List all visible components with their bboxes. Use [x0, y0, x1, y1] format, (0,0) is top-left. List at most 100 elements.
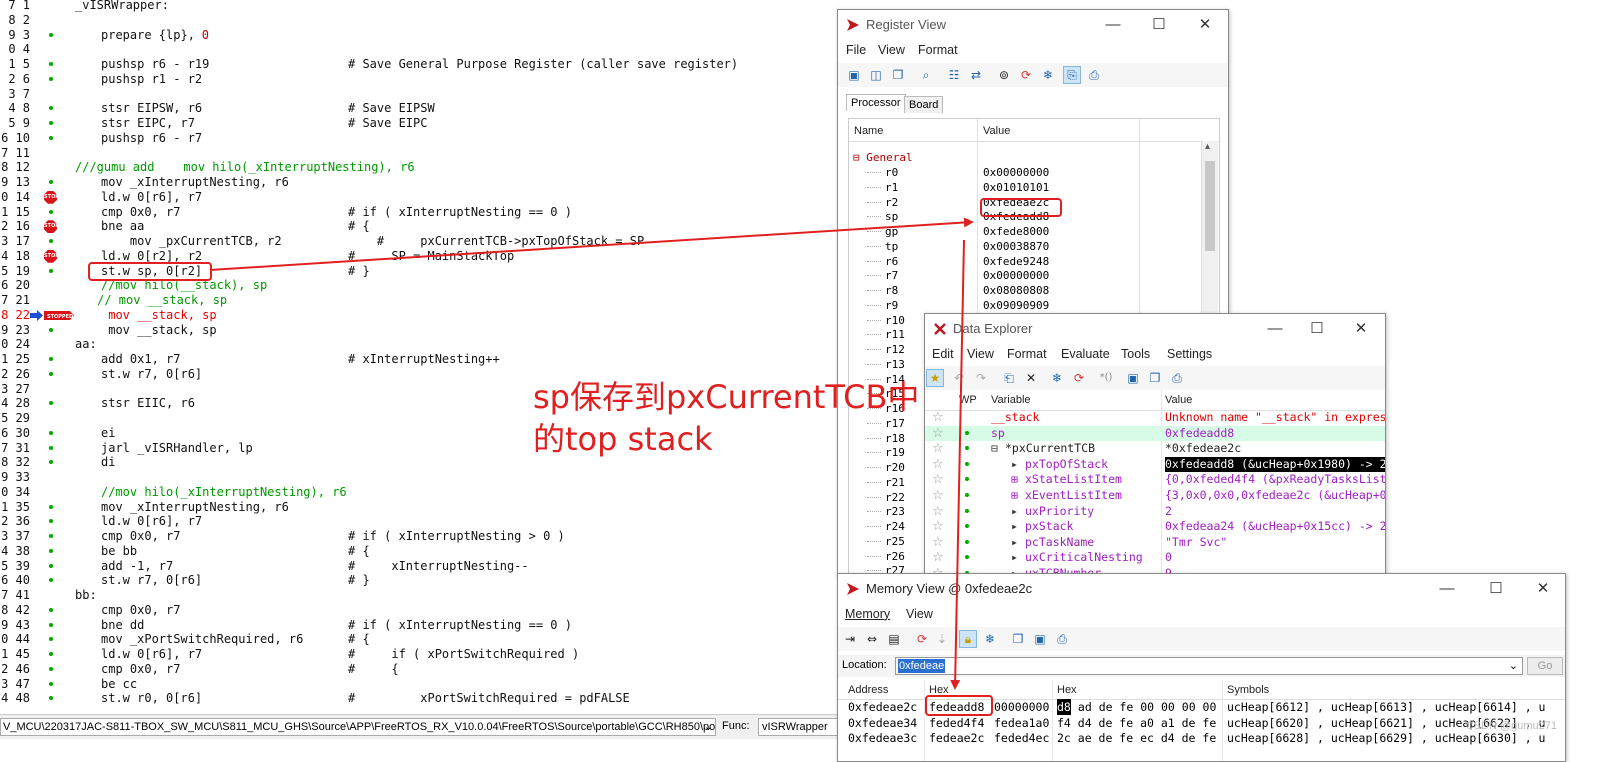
layout-icon[interactable]: ☷ [946, 67, 962, 83]
tab-board[interactable]: Board [904, 96, 944, 113]
memory-row[interactable]: 0xfedeae34 feded4f4 fedea1a0 f4 d4 de fe a0… [838, 715, 1565, 731]
variable-value[interactable]: 2 [1165, 504, 1172, 519]
watchpoint-dot[interactable] [965, 524, 969, 529]
executable-line-dot[interactable] [49, 268, 53, 273]
variable-value[interactable]: {3,0x0,0x0,0xfedeae2c (&ucHeap+0 [1165, 488, 1385, 503]
pin-icon[interactable]: ⎘ [1063, 66, 1081, 84]
scroll-up-icon[interactable]: ▴ [1205, 141, 1210, 152]
executable-line-dot[interactable] [49, 371, 53, 376]
watch-row[interactable]: ☆ ▸ uxCriticalNesting 0 [925, 550, 1385, 566]
compare-icon[interactable]: ⇄ [968, 67, 984, 83]
memory-view-titlebar[interactable]: Memory View @ 0xfedeae2c — ☐ ✕ [838, 574, 1565, 604]
columns-icon[interactable]: ▤ [886, 631, 902, 647]
register-value[interactable]: 0x08080808 [983, 283, 1049, 298]
variable-name[interactable]: __stack [991, 410, 1039, 425]
watch-row[interactable]: ☆ ⊞ xStateListItem {0,0xfeded4f4 (&pxReadyT… [925, 472, 1385, 488]
register-value[interactable]: 0xfede9248 [983, 254, 1049, 269]
star-icon[interactable]: ☆ [932, 441, 944, 456]
code-line[interactable]: 9 43 bne dd # if ( xInterruptNesting == 0 … [0, 618, 860, 633]
watch-row[interactable]: ☆ ⊞ xEventListItem {3,0x0,0x0,0xfedeae2c (&… [925, 488, 1385, 504]
expand-icon[interactable]: ⊞ [1011, 472, 1018, 487]
refresh-icon[interactable]: ⟳ [1071, 370, 1087, 386]
register-value[interactable]: 0x00000000 [983, 165, 1049, 180]
menu-view[interactable]: View [906, 607, 933, 621]
save-icon[interactable]: ▣ [1125, 370, 1141, 386]
executable-line-dot[interactable] [49, 180, 53, 184]
breakpoint-stop-icon[interactable]: STOP [44, 249, 57, 263]
code-line[interactable]: 3 7 [0, 87, 860, 102]
minimize-icon[interactable]: — [1260, 318, 1290, 340]
star-icon[interactable]: ☆ [932, 457, 944, 472]
collapse-left-icon[interactable]: ⇥ [842, 631, 858, 647]
code-line[interactable]: 7 41 bb: [0, 588, 860, 603]
variable-value[interactable]: 0xfedeadd8 [1165, 426, 1234, 441]
copy-icon[interactable]: ❐ [1010, 631, 1026, 647]
register-name[interactable]: r11 [885, 327, 905, 342]
expand-arrow-icon[interactable]: ▸ [1011, 457, 1018, 472]
executable-line-dot[interactable] [49, 504, 53, 509]
executable-line-dot[interactable] [49, 62, 53, 66]
executable-line-dot[interactable] [49, 357, 53, 361]
register-value[interactable]: 0x01010101 [983, 180, 1049, 195]
executable-line-dot[interactable] [49, 548, 53, 553]
variable-name[interactable]: pcTaskName [1025, 535, 1094, 550]
executable-line-dot[interactable] [49, 327, 53, 332]
watchpoint-dot[interactable] [965, 493, 969, 497]
register-name[interactable]: tp [885, 239, 898, 254]
variable-name[interactable]: xEventListItem [1025, 488, 1122, 503]
executable-line-dot[interactable] [49, 76, 53, 81]
freeze-icon[interactable]: ❄ [1040, 67, 1056, 83]
breakpoint-stop-icon[interactable]: STOP [44, 220, 57, 234]
variable-value[interactable]: 0xfedeaa24 (&ucHeap+0x15cc) -> 2 [1165, 519, 1385, 534]
code-line[interactable]: 0 14 STOP ld.w 0[r6], r7 [0, 190, 860, 205]
code-line[interactable]: 3 37 cmp 0x0, r7 # if ( xInterruptNesting … [0, 529, 860, 544]
save-icon[interactable]: ▣ [846, 67, 862, 83]
code-line[interactable]: 0 24 aa: [0, 337, 860, 352]
code-line[interactable]: 4 38 be bb # { [0, 544, 860, 559]
star-icon[interactable]: ☆ [932, 410, 944, 425]
register-name[interactable]: r9 [885, 298, 898, 313]
variable-name[interactable]: pxTopOfStack [1025, 457, 1108, 472]
maximize-icon[interactable]: ☐ [1302, 318, 1332, 340]
menu-view[interactable]: View [878, 43, 905, 57]
scrollbar-thumb[interactable] [1205, 161, 1215, 251]
minimize-icon[interactable]: — [1432, 578, 1462, 600]
code-line[interactable]: 7 1 _vISRWrapper: [0, 0, 860, 13]
memory-word[interactable]: 00000000 [994, 699, 1049, 715]
watch-row[interactable]: ☆ ▸ pxTopOfStack 0xfedeadd8 (&ucHeap+0x1980… [925, 456, 1385, 473]
watchpoint-dot[interactable] [965, 555, 969, 560]
code-line[interactable]: 7 21 // mov __stack, sp [0, 293, 860, 308]
watchpoint-dot[interactable] [965, 461, 969, 466]
register-value[interactable]: 0x09090909 [983, 298, 1049, 313]
open-icon[interactable]: ◫ [868, 67, 884, 83]
code-line[interactable]: 3 47 be cc [0, 677, 860, 692]
expand-icon[interactable]: ⊞ [1011, 488, 1018, 503]
menu-memory[interactable]: Memory [845, 607, 890, 621]
star-icon[interactable]: ★ [926, 369, 944, 387]
function-call-icon[interactable]: *() [1093, 370, 1119, 386]
code-line[interactable]: 5 9 stsr EIPC, r7 # Save EIPC [0, 116, 860, 131]
code-line[interactable]: 9 13 mov _xInterruptNesting, r6 [0, 175, 860, 190]
memory-bytes[interactable]: ad de fe 00 00 00 00 [1071, 699, 1216, 715]
maximize-icon[interactable]: ☐ [1144, 14, 1174, 36]
star-icon[interactable]: ☆ [932, 488, 944, 503]
file-path-select[interactable]: V_MCU\220317JAC-S811-TBOX_SW_MCU\S811_MC… [0, 718, 716, 736]
executable-line-dot[interactable] [49, 637, 53, 642]
executable-line-dot[interactable] [49, 666, 53, 671]
register-name[interactable]: r26 [885, 549, 905, 564]
variable-name[interactable]: uxCriticalNesting [1025, 550, 1143, 565]
executable-line-dot[interactable] [49, 652, 53, 656]
register-name[interactable]: r10 [885, 313, 905, 328]
register-name[interactable]: r23 [885, 504, 905, 519]
watch-row[interactable]: ☆ ▸ pxStack 0xfedeaa24 (&ucHeap+0x15cc) -> … [925, 519, 1385, 535]
variable-name[interactable]: sp [991, 426, 1005, 441]
location-input[interactable]: 0xfedeae ⌄ [895, 657, 1523, 675]
star-icon[interactable]: ☆ [932, 426, 944, 441]
group-general[interactable]: ⊟ General [853, 150, 913, 165]
expand-arrow-icon[interactable]: ▸ [1011, 550, 1018, 565]
code-line[interactable]: 2 46 cmp 0x0, r7 # { [0, 662, 860, 677]
watch-row[interactable]: ☆ ▸ uxPriority 2 [925, 504, 1385, 520]
register-name[interactable]: r2 [885, 195, 898, 210]
close-icon[interactable]: ✕ [1346, 318, 1376, 340]
chevron-down-icon[interactable]: ⌄ [1509, 658, 1518, 674]
